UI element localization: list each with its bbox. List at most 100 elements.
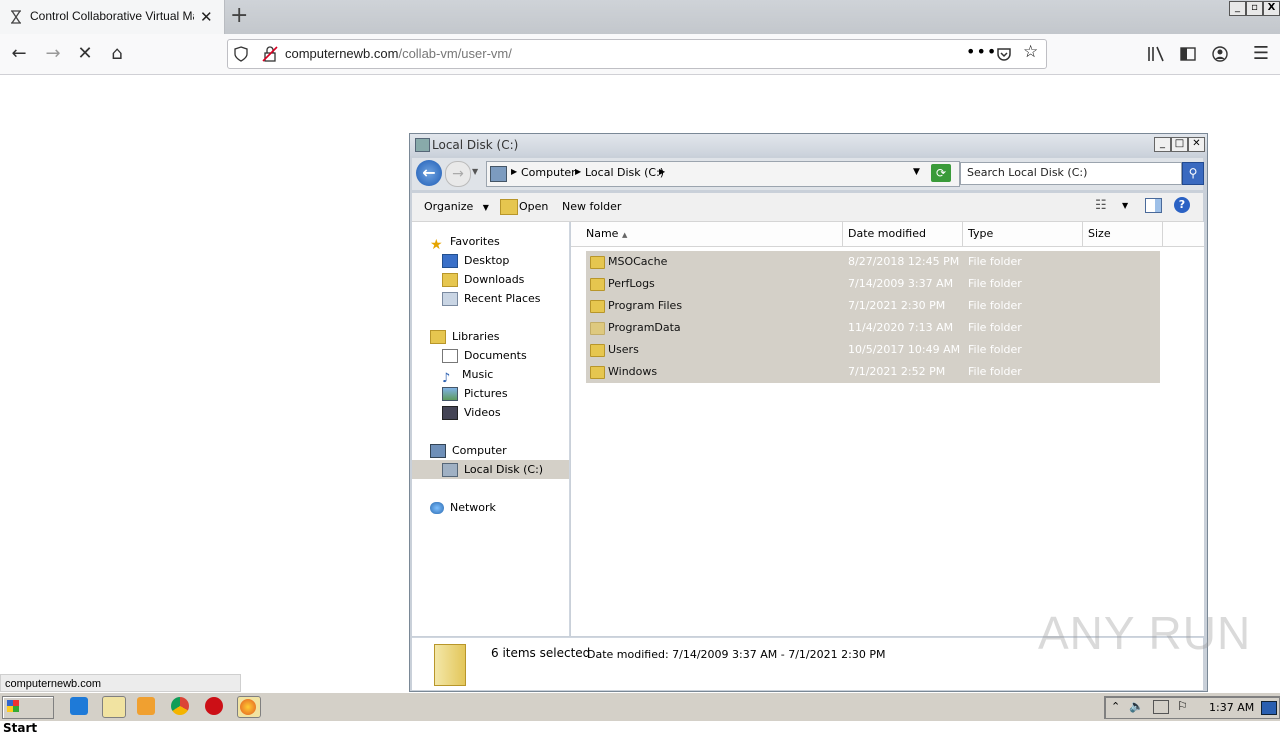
organize-dropdown-icon: ▼ (482, 203, 489, 212)
explorer-forward-button[interactable]: → (445, 161, 471, 187)
nav-desktop-label: Desktop (464, 254, 510, 267)
preview-pane-icon[interactable] (1145, 198, 1162, 213)
computer-icon (430, 444, 446, 458)
file-row[interactable]: MSOCache 8/27/2018 12:45 PM File folder (586, 251, 1160, 273)
file-row[interactable]: PerfLogs 7/14/2009 3:37 AM File folder (586, 273, 1160, 295)
pictures-icon (442, 387, 458, 401)
view-dropdown-icon[interactable]: ▼ (1122, 201, 1128, 210)
opera-icon[interactable] (205, 697, 223, 715)
show-desktop-icon[interactable] (1261, 701, 1277, 715)
nav-network[interactable]: Network (430, 498, 496, 517)
firefox-taskbar-button[interactable] (237, 696, 261, 718)
start-button[interactable]: Start (2, 696, 54, 735)
minimize-button[interactable]: _ (1229, 1, 1246, 16)
nav-pictures[interactable]: Pictures (442, 384, 508, 403)
folder-icon (590, 366, 605, 379)
file-row[interactable]: Program Files 7/1/2021 2:30 PM File folder (586, 295, 1160, 317)
tray-expand-icon[interactable]: ⌃ (1111, 700, 1120, 713)
bookmark-star-icon[interactable]: ☆ (1023, 42, 1038, 62)
new-tab-icon[interactable]: + (230, 3, 248, 28)
address-dropdown-icon[interactable]: ▼ (913, 167, 920, 177)
forward-arrow-icon[interactable]: → (41, 42, 65, 66)
account-icon[interactable] (1212, 46, 1228, 62)
selection-count: 6 items selected (491, 646, 591, 660)
internet-explorer-icon[interactable] (70, 697, 88, 715)
recent-pages-chevron-icon[interactable]: ▼ (472, 167, 478, 176)
file-name: Windows (608, 365, 658, 378)
search-icon[interactable]: ⚲ (1182, 162, 1204, 185)
file-row[interactable]: Windows 7/1/2021 2:52 PM File folder (586, 361, 1160, 383)
explorer-maximize-button[interactable]: □ (1171, 137, 1188, 152)
tab-close-icon[interactable]: ✕ (200, 8, 213, 26)
nav-pictures-label: Pictures (464, 387, 508, 400)
nav-local-disk[interactable]: Local Disk (C:) (412, 460, 569, 479)
file-row[interactable]: ProgramData 11/4/2020 7:13 AM File folder (586, 317, 1160, 339)
hamburger-menu-icon[interactable]: ☰ (1249, 42, 1273, 66)
nav-downloads[interactable]: Downloads (442, 270, 524, 289)
sidebar-icon[interactable] (1180, 47, 1196, 61)
breadcrumb-separator-icon[interactable]: ▶ (575, 167, 581, 176)
breadcrumb-local-disk[interactable]: Local Disk (C:) (585, 166, 664, 179)
nav-desktop[interactable]: Desktop (442, 251, 509, 270)
nav-network-label: Network (450, 501, 496, 514)
back-arrow-icon[interactable]: ← (7, 42, 31, 66)
open-button[interactable]: Open (519, 200, 548, 213)
help-icon[interactable]: ? (1174, 197, 1190, 213)
nav-documents[interactable]: Documents (442, 346, 527, 365)
speaker-icon[interactable]: 🔈 (1129, 699, 1144, 713)
action-center-flag-icon[interactable]: ⚐ (1177, 699, 1188, 713)
nav-videos-label: Videos (464, 406, 501, 419)
nav-videos[interactable]: Videos (442, 403, 501, 422)
restore-button[interactable]: ▫ (1246, 1, 1263, 16)
drive-icon (415, 138, 430, 152)
library-icon[interactable] (1147, 46, 1165, 62)
file-row[interactable]: Users 10/5/2017 10:49 AM File folder (586, 339, 1160, 361)
page-actions-icon[interactable]: ••• (966, 42, 997, 61)
network-tray-icon[interactable] (1153, 700, 1169, 714)
nav-recent-places[interactable]: Recent Places (442, 289, 541, 308)
browser-tab[interactable]: Control Collaborative Virtual Machi ✕ (0, 0, 225, 34)
file-name: PerfLogs (608, 277, 655, 290)
folder-icon (590, 300, 605, 313)
media-player-icon[interactable] (137, 697, 155, 715)
breadcrumb-separator-icon[interactable]: ▶ (511, 167, 517, 176)
close-window-button[interactable]: X (1263, 1, 1280, 16)
column-size[interactable]: Size (1083, 222, 1163, 246)
organize-menu[interactable]: Organize ▼ (424, 200, 489, 213)
refresh-icon[interactable]: ⟳ (931, 164, 951, 182)
nav-favorites[interactable]: ★ Favorites (430, 232, 500, 253)
breadcrumb-computer[interactable]: Computer (521, 166, 576, 179)
home-icon[interactable]: ⌂ (105, 42, 129, 66)
nav-music[interactable]: ♪ Music (442, 365, 494, 386)
column-date-modified[interactable]: Date modified (843, 222, 963, 246)
nav-music-label: Music (462, 368, 494, 381)
chrome-icon[interactable] (171, 697, 189, 715)
explorer-close-button[interactable]: ✕ (1188, 137, 1205, 152)
column-type[interactable]: Type (963, 222, 1083, 246)
new-folder-button[interactable]: New folder (562, 200, 621, 213)
url-bar[interactable]: computernewb.com/collab-vm/user-vm/ ••• … (227, 39, 1047, 69)
file-type: File folder (968, 277, 1022, 290)
address-bar[interactable]: ▶ Computer ▶ Local Disk (C:) ▶ ▼ ⟳ (486, 161, 960, 187)
explorer-back-button[interactable]: ← (416, 160, 442, 186)
network-icon (430, 502, 444, 514)
breadcrumb-separator-icon[interactable]: ▶ (659, 167, 665, 176)
windows-logo-icon (7, 700, 19, 712)
file-date: 7/1/2021 2:52 PM (848, 365, 946, 378)
stop-loading-icon[interactable]: ✕ (73, 42, 97, 66)
shield-icon[interactable] (234, 46, 248, 62)
explorer-minimize-button[interactable]: _ (1154, 137, 1171, 152)
nav-computer[interactable]: Computer (430, 441, 507, 460)
change-view-icon[interactable]: ☷ (1095, 198, 1107, 213)
nav-documents-label: Documents (464, 349, 527, 362)
pocket-icon[interactable] (996, 46, 1012, 62)
clock[interactable]: 1:37 AM (1209, 701, 1254, 714)
libraries-icon (430, 330, 446, 344)
insecure-lock-icon[interactable] (262, 46, 278, 62)
watermark: ANY RUN (1038, 607, 1252, 659)
search-input[interactable]: Search Local Disk (C:) (960, 162, 1182, 185)
nav-libraries[interactable]: Libraries (430, 327, 500, 346)
column-name[interactable]: Name ▲ (581, 222, 843, 246)
explorer-taskbar-icon[interactable] (102, 696, 126, 718)
documents-icon (442, 349, 458, 363)
